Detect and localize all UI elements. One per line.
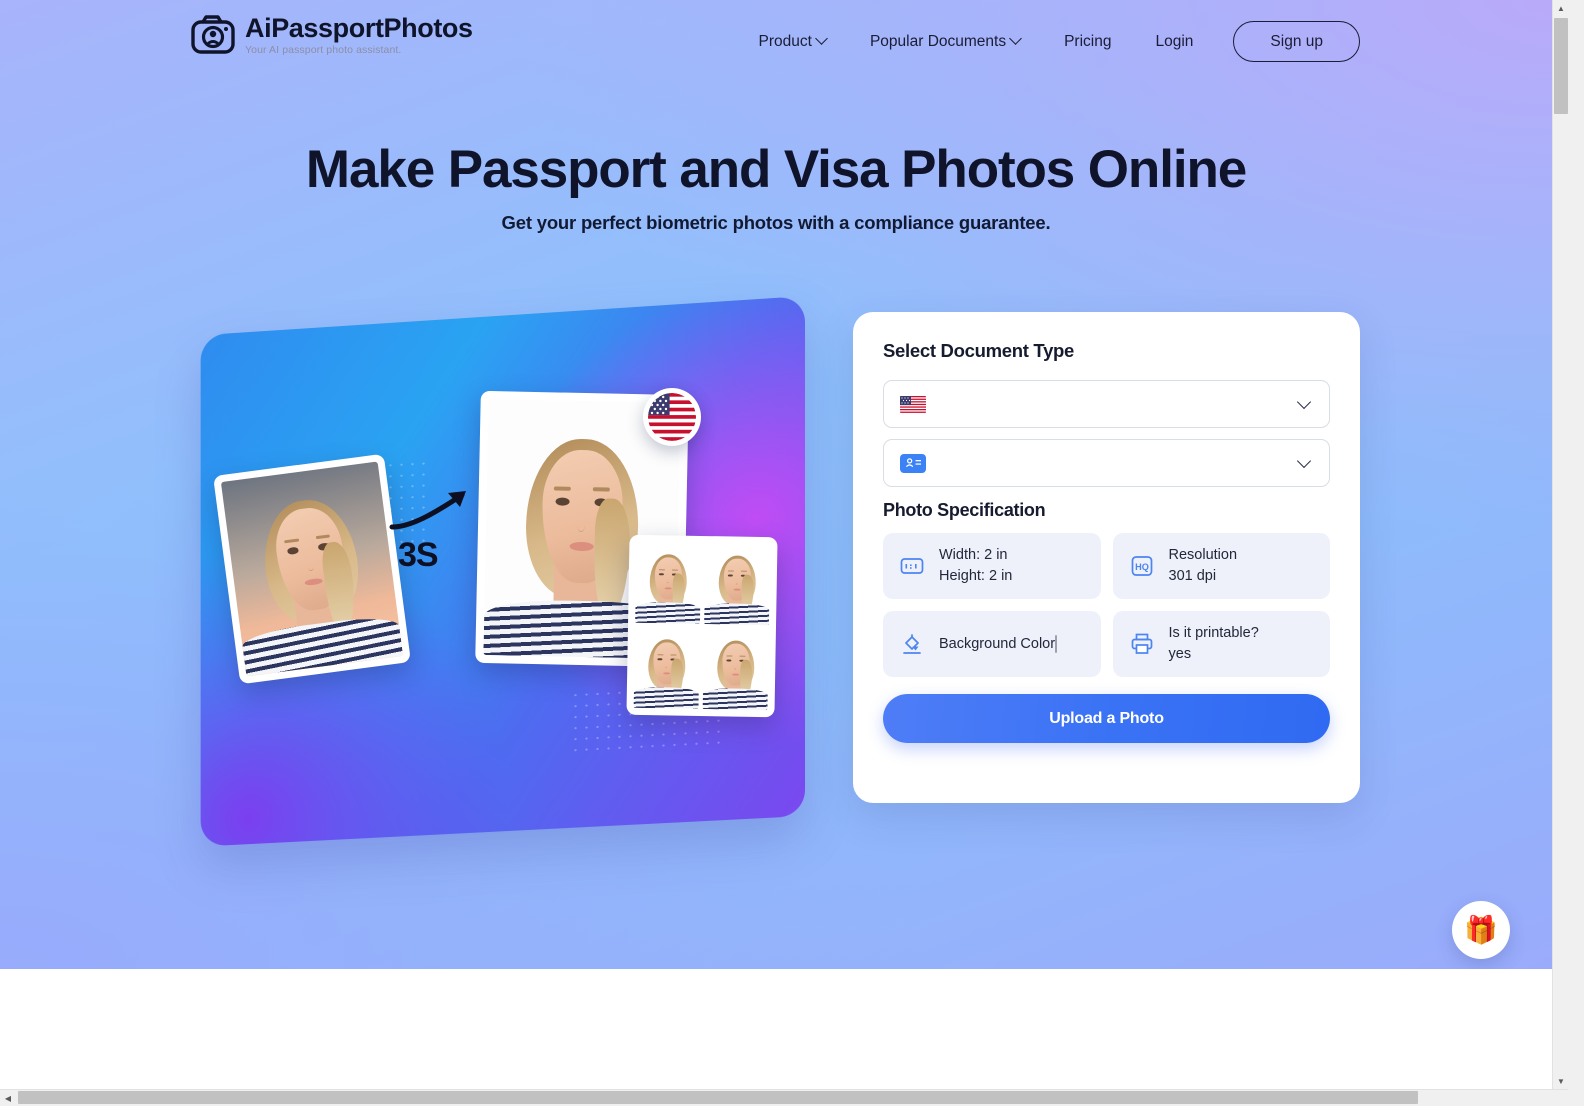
id-card-icon	[900, 454, 926, 473]
page-title: Make Passport and Visa Photos Online	[0, 139, 1552, 202]
horizontal-scrollbar-thumb[interactable]	[18, 1091, 1418, 1104]
aspect-ratio-icon	[899, 553, 925, 579]
sheet-photo	[635, 542, 701, 624]
nav-item-login[interactable]: Login	[1133, 23, 1215, 61]
page-content: AiPassportPhotos Your AI passport photo …	[0, 0, 1552, 1089]
scrollbar-corner	[1568, 1089, 1584, 1105]
spec-resolution-label: Resolution	[1169, 547, 1238, 563]
background-color-swatch[interactable]	[1055, 635, 1057, 653]
photo-specification-grid: Width: 2 in Height: 2 in HQ Resolu	[883, 533, 1330, 677]
scroll-left-arrow-icon[interactable]: ◀	[0, 1090, 16, 1106]
transform-arrow-icon	[388, 481, 478, 536]
nav-item-product[interactable]: Product	[737, 23, 848, 61]
chevron-down-icon	[1009, 32, 1022, 45]
spec-background-label: Background Color	[939, 636, 1055, 652]
vertical-scrollbar-thumb[interactable]	[1554, 18, 1568, 114]
browser-viewport: AiPassportPhotos Your AI passport photo …	[0, 0, 1568, 1089]
brand-name: AiPassportPhotos	[245, 14, 473, 43]
us-flag-icon	[643, 388, 701, 446]
horizontal-scrollbar[interactable]: ◀ ▶	[0, 1089, 1584, 1105]
nav-item-popular-documents[interactable]: Popular Documents	[848, 23, 1042, 61]
gift-icon[interactable]: 🎁	[1452, 901, 1510, 959]
spec-tile-printable: Is it printable? yes	[1113, 611, 1331, 677]
document-select[interactable]	[883, 439, 1330, 487]
spec-resolution-value: 301 dpi	[1169, 568, 1217, 584]
spec-tile-resolution: HQ Resolution 301 dpi	[1113, 533, 1331, 599]
spec-printable-value: yes	[1169, 646, 1192, 662]
signup-button[interactable]: Sign up	[1233, 21, 1360, 62]
svg-text:HQ: HQ	[1135, 562, 1149, 572]
processing-time-label: 3S	[398, 536, 438, 575]
camera-icon	[191, 15, 235, 55]
spec-height-value: Height: 2 in	[939, 568, 1012, 584]
us-flag-icon	[900, 396, 926, 413]
scroll-down-arrow-icon[interactable]: ▼	[1553, 1073, 1568, 1089]
printer-icon	[1129, 631, 1155, 657]
spec-width-value: Width: 2 in	[939, 547, 1008, 563]
chevron-down-icon	[815, 32, 828, 45]
hero-section: AiPassportPhotos Your AI passport photo …	[0, 0, 1552, 969]
document-type-card: Select Document Type	[853, 312, 1360, 803]
paint-bucket-icon	[899, 631, 925, 657]
chevron-down-icon	[1297, 454, 1311, 468]
page-subtitle: Get your perfect biometric photos with a…	[0, 212, 1552, 234]
country-select[interactable]	[883, 380, 1330, 428]
site-header: AiPassportPhotos Your AI passport photo …	[0, 0, 1552, 80]
hq-icon: HQ	[1129, 553, 1155, 579]
scroll-up-arrow-icon[interactable]: ▲	[1553, 0, 1568, 16]
brand-logo[interactable]: AiPassportPhotos Your AI passport photo …	[191, 14, 473, 56]
upload-photo-button[interactable]: Upload a Photo	[883, 694, 1330, 743]
sheet-photo	[703, 628, 769, 710]
sheet-photo	[634, 627, 700, 709]
brand-tagline: Your AI passport photo assistant.	[245, 44, 473, 56]
below-hero-section	[0, 969, 1552, 1089]
chevron-down-icon	[1297, 395, 1311, 409]
nav-item-popular-documents-label: Popular Documents	[870, 23, 1006, 61]
nav-item-login-label: Login	[1155, 23, 1193, 61]
nav-item-pricing[interactable]: Pricing	[1042, 23, 1133, 61]
before-photo-card	[213, 454, 411, 685]
spec-tile-background-color: Background Color	[883, 611, 1101, 677]
portrait-before	[221, 462, 403, 677]
nav-item-pricing-label: Pricing	[1064, 23, 1111, 61]
nav-item-product-label: Product	[759, 23, 812, 61]
spec-section-title: Photo Specification	[883, 500, 1330, 521]
spec-printable-label: Is it printable?	[1169, 625, 1259, 641]
photo-sheet-card	[626, 535, 777, 718]
spec-tile-dimensions: Width: 2 in Height: 2 in	[883, 533, 1101, 599]
card-title: Select Document Type	[883, 340, 1330, 362]
vertical-scrollbar[interactable]: ▲ ▼	[1552, 0, 1568, 1089]
sheet-photo	[704, 543, 770, 625]
hero-illustration: 3S	[190, 296, 805, 816]
main-navigation: Product Popular Documents Pricing Login …	[737, 21, 1360, 62]
